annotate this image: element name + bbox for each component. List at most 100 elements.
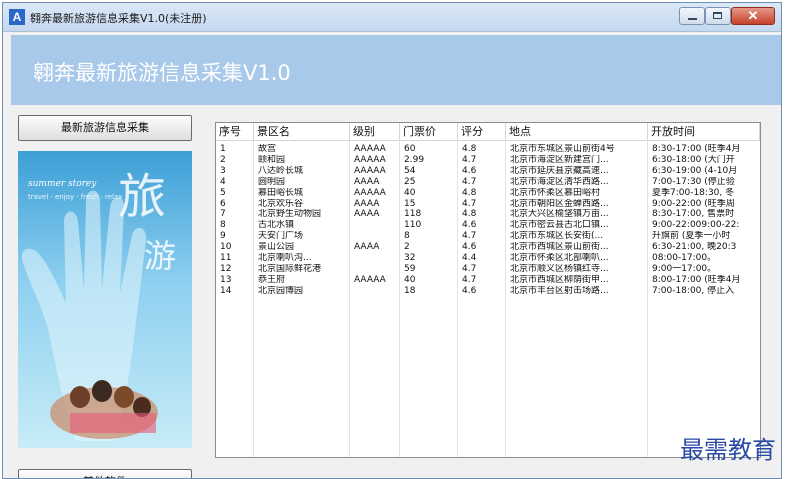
- header-col-index[interactable]: 序号: [216, 123, 254, 140]
- cell-location: 北京市朝阳区金蝉西路...: [510, 198, 609, 209]
- maximize-button[interactable]: [705, 7, 731, 25]
- table-row[interactable]: 12 北京国际鲜花港 59 4.7 北京市顺义区杨镇红寺... 9:00一17:00。: [216, 264, 760, 275]
- cell-ticket-price: 59: [404, 263, 416, 274]
- poster-char-1: 旅: [118, 169, 167, 225]
- cell-location: 北京市延庆县京藏高速...: [510, 165, 609, 176]
- cell-level: [350, 231, 400, 242]
- cell-index: 14: [220, 285, 232, 296]
- header-col-ticket-price[interactable]: 门票价: [400, 123, 458, 140]
- cell-level: AAAA: [354, 176, 380, 187]
- cell-ticket-price: 118: [404, 209, 422, 220]
- cell-rating: 4.4: [462, 253, 477, 263]
- cell-open-time: 8:00-17:00 (旺季4月: [652, 274, 741, 285]
- cell-rating: 4.8: [462, 144, 477, 154]
- header-col-location[interactable]: 地点: [506, 123, 648, 140]
- cell-rating: 4.6: [462, 220, 477, 231]
- results-table[interactable]: 序号 景区名 级别 门票价 评分 地点 开放时间 1 故宫 AAAAA 60 4.8 北京市东城区景山…: [215, 122, 761, 458]
- cell-ticket-price: 18: [404, 285, 416, 296]
- table-body: 1 故宫 AAAAA 60 4.8 北京市东城区景山前街4号 8:30-17:00 (旺季4…: [216, 140, 760, 457]
- cell-level: AAAA: [354, 198, 380, 209]
- cell-location: 北京市海淀区清华西路...: [510, 176, 609, 187]
- cell-open-time: 夏季7:00-18:30, 冬: [652, 187, 735, 198]
- cell-level: AAAAA: [354, 165, 386, 176]
- table-header: 序号 景区名 级别 门票价 评分 地点 开放时间: [216, 123, 760, 141]
- table-row[interactable]: 1 故宫 AAAAA 60 4.8 北京市东城区景山前街4号 8:30-17:00 (旺季4…: [216, 144, 760, 155]
- cell-index: 11: [220, 253, 232, 263]
- table-row[interactable]: 11 北京喇叭沟... 32 4.4 北京市怀柔区北部喇叭... 08:00-17:00。: [216, 253, 760, 264]
- close-icon: ✕: [747, 8, 759, 23]
- table-row[interactable]: 13 恭王府 AAAAA 40 4.7 北京市西城区柳荫街甲... 8:00-17:00 (…: [216, 275, 760, 286]
- header-col-open-time[interactable]: 开放时间: [648, 123, 760, 140]
- cell-rating: 4.6: [462, 285, 477, 296]
- header-col-level[interactable]: 级别: [350, 123, 400, 140]
- minimize-icon: [688, 18, 697, 20]
- cell-location: 北京市顺义区杨镇红寺...: [510, 263, 609, 274]
- table-row[interactable]: 14 北京园博园 18 4.6 北京市丰台区射击场路... 7:00-18:00, 停止入: [216, 286, 760, 297]
- cell-open-time: 升旗前 (夏季一小时: [652, 231, 731, 242]
- cell-open-time: 7:00-18:00, 停止入: [652, 285, 735, 296]
- collect-latest-button[interactable]: 最新旅游信息采集: [18, 115, 192, 141]
- cell-scenic-name: 北京野生动物园: [258, 209, 322, 220]
- cell-index: 2: [220, 154, 226, 165]
- watermark-text: 最需教育: [680, 436, 776, 464]
- cell-scenic-name: 故宫: [258, 144, 277, 154]
- cell-open-time: 7:00-17:30 (停止验: [652, 176, 735, 187]
- table-row[interactable]: 7 北京野生动物园 AAAA 118 4.8 北京大兴区榆垡镇万亩... 8:30-17:0…: [216, 209, 760, 220]
- other-software-button[interactable]: 其他软件: [18, 469, 192, 478]
- cell-ticket-price: 32: [404, 253, 416, 263]
- table-row[interactable]: 8 古北水镇 110 4.6 北京市密云县古北口镇... 9:00-22:009:00-2…: [216, 220, 760, 231]
- cell-location: 北京市东城区景山前街4号: [510, 144, 615, 154]
- table-row[interactable]: 2 颐和园 AAAAA 2.99 4.7 北京市海淀区新建宫门... 6:30-18:00 …: [216, 155, 760, 166]
- cell-index: 8: [220, 220, 226, 231]
- close-button[interactable]: ✕: [731, 7, 775, 25]
- cell-level: [350, 286, 400, 297]
- cell-open-time: 9:00一17:00。: [652, 263, 717, 274]
- header-col-scenic-name[interactable]: 景区名: [254, 123, 350, 140]
- cell-index: 3: [220, 165, 226, 176]
- cell-rating: 4.8: [462, 187, 477, 198]
- cell-scenic-name: 天安门广场: [258, 231, 304, 242]
- poster-tagline: travel · enjoy · fresh · relax: [28, 193, 123, 201]
- table-row[interactable]: 10 景山公园 AAAA 2 4.6 北京市西城区景山前街... 6:30-21:00, 晚…: [216, 242, 760, 253]
- cell-ticket-price: 40: [404, 274, 416, 285]
- window-title: 翱奔最新旅游信息采集V1.0(未注册): [30, 12, 207, 25]
- cell-index: 5: [220, 187, 226, 198]
- table-row[interactable]: 9 天安门广场 8 4.7 北京市东城区长安街(... 升旗前 (夏季一小时: [216, 231, 760, 242]
- cell-ticket-price: 2.99: [404, 154, 425, 165]
- cell-ticket-price: 40: [404, 187, 416, 198]
- cell-rating: 4.7: [462, 198, 477, 209]
- cell-rating: 4.7: [462, 154, 477, 165]
- cell-scenic-name: 圆明园: [258, 176, 286, 187]
- cell-ticket-price: 60: [404, 144, 416, 154]
- cell-location: 北京市怀柔区慕田峪村: [510, 187, 601, 198]
- header-col-rating[interactable]: 评分: [458, 123, 506, 140]
- cell-index: 7: [220, 209, 226, 220]
- poster-char-2: 游: [144, 237, 177, 275]
- cell-level: AAAAA: [354, 144, 386, 154]
- cell-location: 北京市西城区柳荫街甲...: [510, 274, 609, 285]
- cell-index: 12: [220, 263, 232, 274]
- cell-scenic-name: 北京园博园: [258, 285, 304, 296]
- maximize-icon: [713, 12, 722, 19]
- cell-ticket-price: 8: [404, 231, 410, 242]
- banner-title: 翱奔最新旅游信息采集V1.0: [33, 61, 291, 85]
- table-row[interactable]: 4 圆明园 AAAA 25 4.7 北京市海淀区清华西路... 7:00-17:30 (停止…: [216, 177, 760, 188]
- table-row[interactable]: 5 慕田峪长城 AAAAA 40 4.8 北京市怀柔区慕田峪村 夏季7:00-18:30, …: [216, 188, 760, 199]
- cell-index: 13: [220, 274, 232, 285]
- table-row[interactable]: 6 北京欢乐谷 AAAA 15 4.7 北京市朝阳区金蝉西路... 9:00-22:00 (…: [216, 199, 760, 210]
- cell-scenic-name: 景山公园: [258, 242, 295, 253]
- cell-rating: 4.7: [462, 231, 477, 242]
- cell-ticket-price: 15: [404, 198, 416, 209]
- cell-scenic-name: 八达岭长城: [258, 165, 304, 176]
- cell-open-time: 9:00-22:009:00-22:: [652, 220, 740, 231]
- cell-rating: 4.6: [462, 165, 477, 176]
- cell-level: AAAAA: [354, 274, 386, 285]
- cell-rating: 4.7: [462, 176, 477, 187]
- header-banner: 翱奔最新旅游信息采集V1.0: [11, 35, 781, 105]
- table-row[interactable]: 3 八达岭长城 AAAAA 54 4.6 北京市延庆县京藏高速... 6:30-19:00 …: [216, 166, 760, 177]
- minimize-button[interactable]: [679, 7, 705, 25]
- cell-location: 北京市西城区景山前街...: [510, 242, 609, 253]
- cell-level: [350, 220, 400, 231]
- title-bar[interactable]: A 翱奔最新旅游信息采集V1.0(未注册) ✕: [3, 3, 781, 32]
- cell-scenic-name: 北京国际鲜花港: [258, 263, 322, 274]
